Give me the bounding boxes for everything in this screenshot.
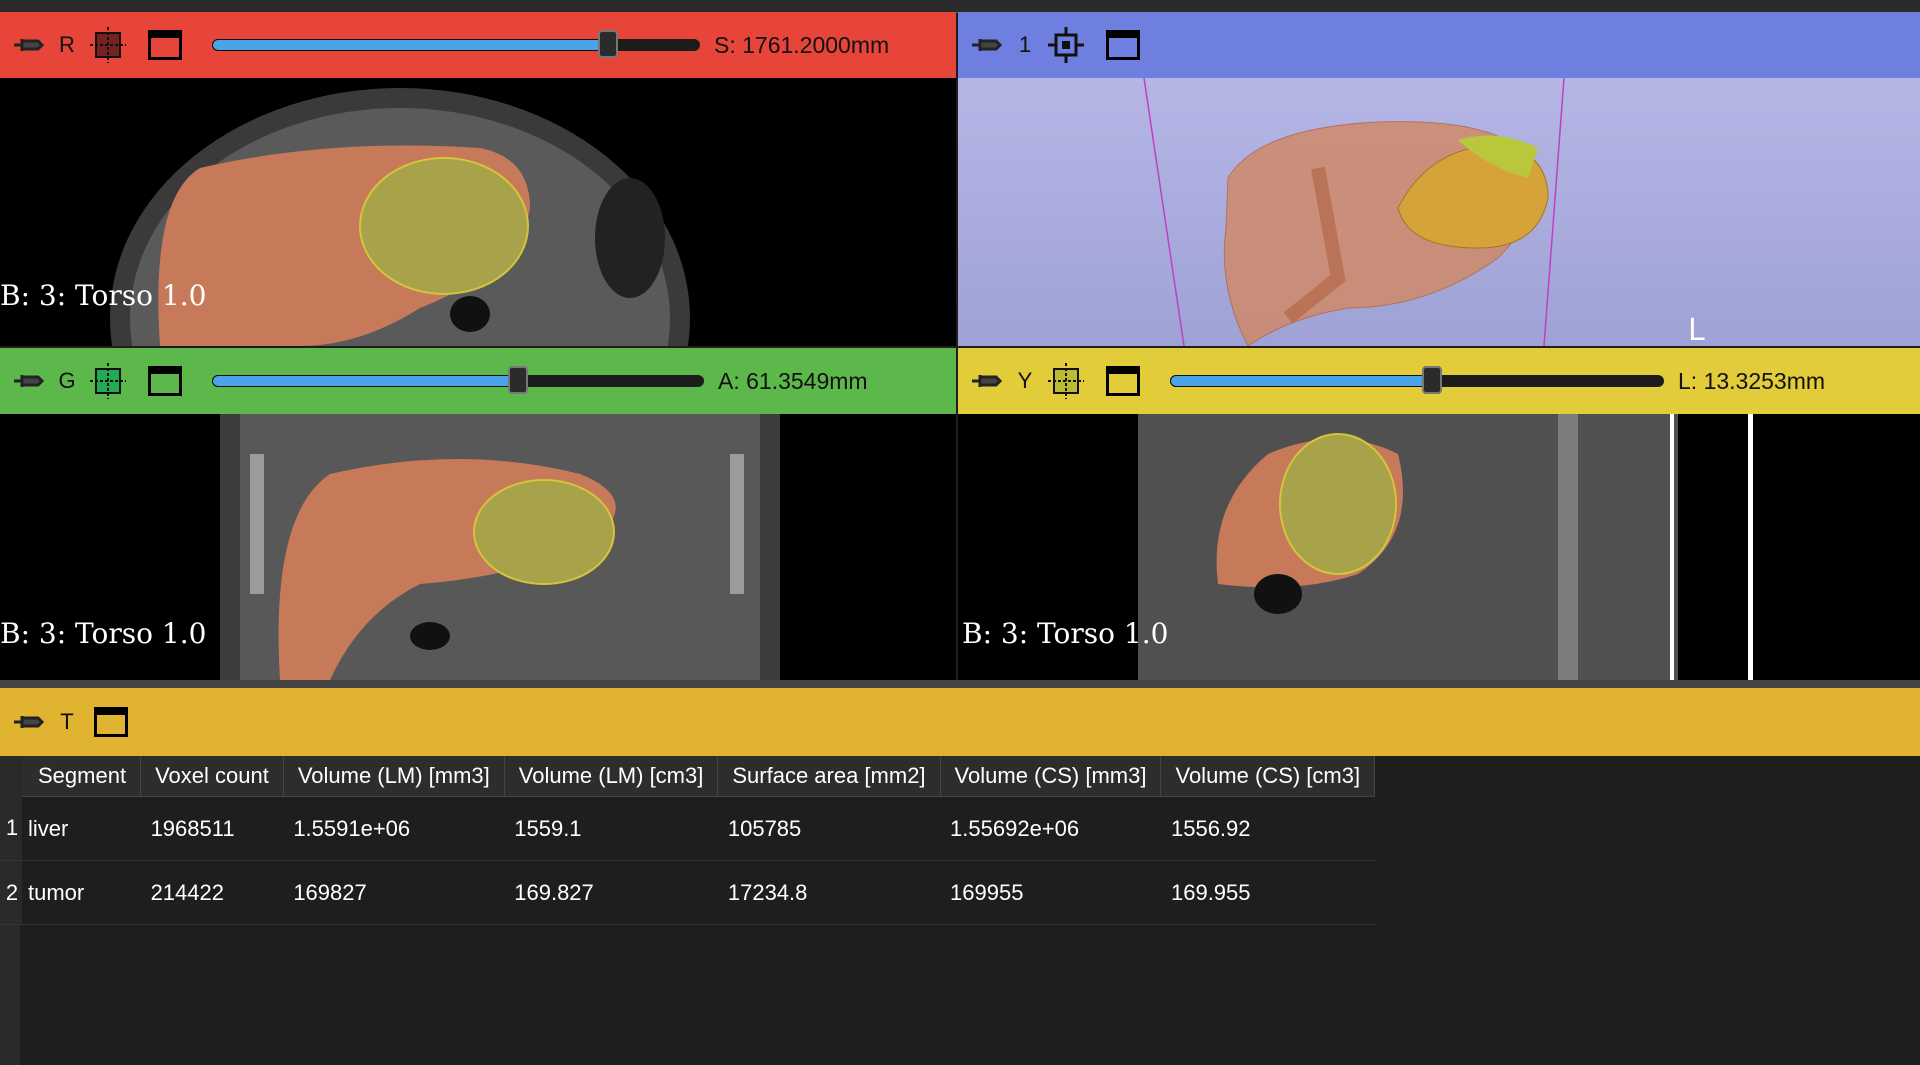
- view-letter: T: [60, 709, 74, 734]
- slice-slider[interactable]: [1170, 366, 1664, 394]
- view-letter: R: [59, 32, 75, 57]
- column-header[interactable]: Volume (CS) [cm3]: [1160, 756, 1376, 797]
- pin-icon[interactable]: [10, 35, 50, 55]
- column-header[interactable]: Volume (CS) [mm3]: [940, 756, 1162, 797]
- slice-offset-readout: S: 1761.2000mm: [714, 31, 890, 58]
- orientation-label: L: [1688, 313, 1705, 346]
- table-cell[interactable]: 169.955: [1160, 860, 1375, 925]
- column-header[interactable]: Segment: [22, 756, 142, 797]
- column-header[interactable]: Volume (LM) [cm3]: [504, 756, 719, 797]
- table-cell[interactable]: 1556.92: [1160, 796, 1375, 861]
- row-number[interactable]: 1: [0, 796, 22, 861]
- window-icon[interactable]: [94, 707, 128, 737]
- sagittal-ct-image[interactable]: B: 3: Torso 1.0: [958, 414, 1920, 680]
- slider-handle[interactable]: [598, 30, 618, 58]
- view-letter: 1: [1018, 32, 1032, 57]
- window-icon[interactable]: [1106, 366, 1140, 396]
- volume-label: B: 3: Torso 1.0: [0, 279, 207, 312]
- table-row[interactable]: 1 liver 1968511 1.5591e+06 1559.1 105785…: [0, 796, 1375, 861]
- 3d-view-bar: 1: [958, 12, 1920, 78]
- coronal-ct-image[interactable]: B: 3: Torso 1.0: [0, 414, 956, 680]
- table-cell[interactable]: 169955: [940, 860, 1161, 925]
- table-cell[interactable]: 169827: [283, 860, 505, 925]
- table-cell[interactable]: 1.55692e+06: [940, 796, 1161, 861]
- slice-slider[interactable]: [212, 30, 700, 58]
- window-icon[interactable]: [148, 366, 182, 396]
- axial-ct-image[interactable]: B: 3: Torso 1.0: [0, 78, 956, 346]
- crosshair-grid-icon[interactable]: [88, 361, 128, 401]
- table-cell[interactable]: 1559.1: [504, 796, 718, 861]
- table-cell[interactable]: tumor: [22, 860, 141, 925]
- slider-handle[interactable]: [508, 366, 528, 394]
- table-cell[interactable]: 1968511: [140, 796, 284, 861]
- statistics-table: Segment Voxel count Volume (LM) [mm3] Vo…: [0, 756, 1376, 925]
- layout-splitter[interactable]: [0, 680, 1920, 688]
- table-cell[interactable]: 169.827: [504, 860, 718, 925]
- table-cell[interactable]: 17234.8: [717, 860, 941, 925]
- view-letter: Y: [1017, 368, 1033, 393]
- table-row[interactable]: 2 tumor 214422 169827 169.827 17234.8 16…: [0, 860, 1375, 925]
- red-view-bar: R S: 1761.2000mm: [0, 12, 956, 78]
- slider-handle[interactable]: [1422, 366, 1442, 394]
- 3d-view[interactable]: 1 L: [958, 12, 1920, 346]
- pin-icon[interactable]: [10, 712, 50, 732]
- pin-icon[interactable]: [10, 371, 50, 391]
- center-view-icon[interactable]: [1046, 25, 1086, 65]
- table-cell[interactable]: 214422: [140, 860, 284, 925]
- volume-label: B: 3: Torso 1.0: [0, 617, 207, 650]
- column-header[interactable]: Voxel count: [140, 756, 284, 797]
- slice-offset-readout: L: 13.3253mm: [1678, 367, 1826, 394]
- window-icon[interactable]: [1106, 30, 1140, 60]
- 3d-render[interactable]: L: [958, 78, 1920, 346]
- table-view-bar: T: [0, 688, 1920, 756]
- column-header[interactable]: Volume (LM) [mm3]: [283, 756, 505, 797]
- table-cell[interactable]: liver: [22, 796, 141, 861]
- yellow-slice-view[interactable]: Y L: 13.3253mm B: 3: Torso 1.0: [958, 348, 1920, 680]
- green-view-bar: G A: 61.3549mm: [0, 348, 956, 414]
- crosshair-grid-icon[interactable]: [1046, 361, 1086, 401]
- segment-statistics-table: Segment Voxel count Volume (LM) [mm3] Vo…: [0, 756, 1920, 1065]
- view-letter: G: [58, 368, 76, 393]
- pin-icon[interactable]: [968, 371, 1008, 391]
- table-cell[interactable]: 1.5591e+06: [283, 796, 505, 861]
- yellow-view-bar: Y L: 13.3253mm: [958, 348, 1920, 414]
- red-slice-view[interactable]: R S: 1761.2000mm B: 3: Torso 1.0: [0, 12, 956, 346]
- green-slice-view[interactable]: G A: 61.3549mm B: 3: Torso 1.0: [0, 348, 956, 680]
- column-header[interactable]: Surface area [mm2]: [717, 756, 941, 797]
- volume-label: B: 3: Torso 1.0: [962, 617, 1169, 650]
- slice-offset-readout: A: 61.3549mm: [718, 367, 868, 394]
- window-icon[interactable]: [148, 30, 182, 60]
- table-cell[interactable]: 105785: [717, 796, 941, 861]
- slice-slider[interactable]: [212, 366, 704, 394]
- crosshair-grid-icon[interactable]: [88, 25, 128, 65]
- pin-icon[interactable]: [968, 35, 1008, 55]
- row-number[interactable]: 2: [0, 860, 22, 925]
